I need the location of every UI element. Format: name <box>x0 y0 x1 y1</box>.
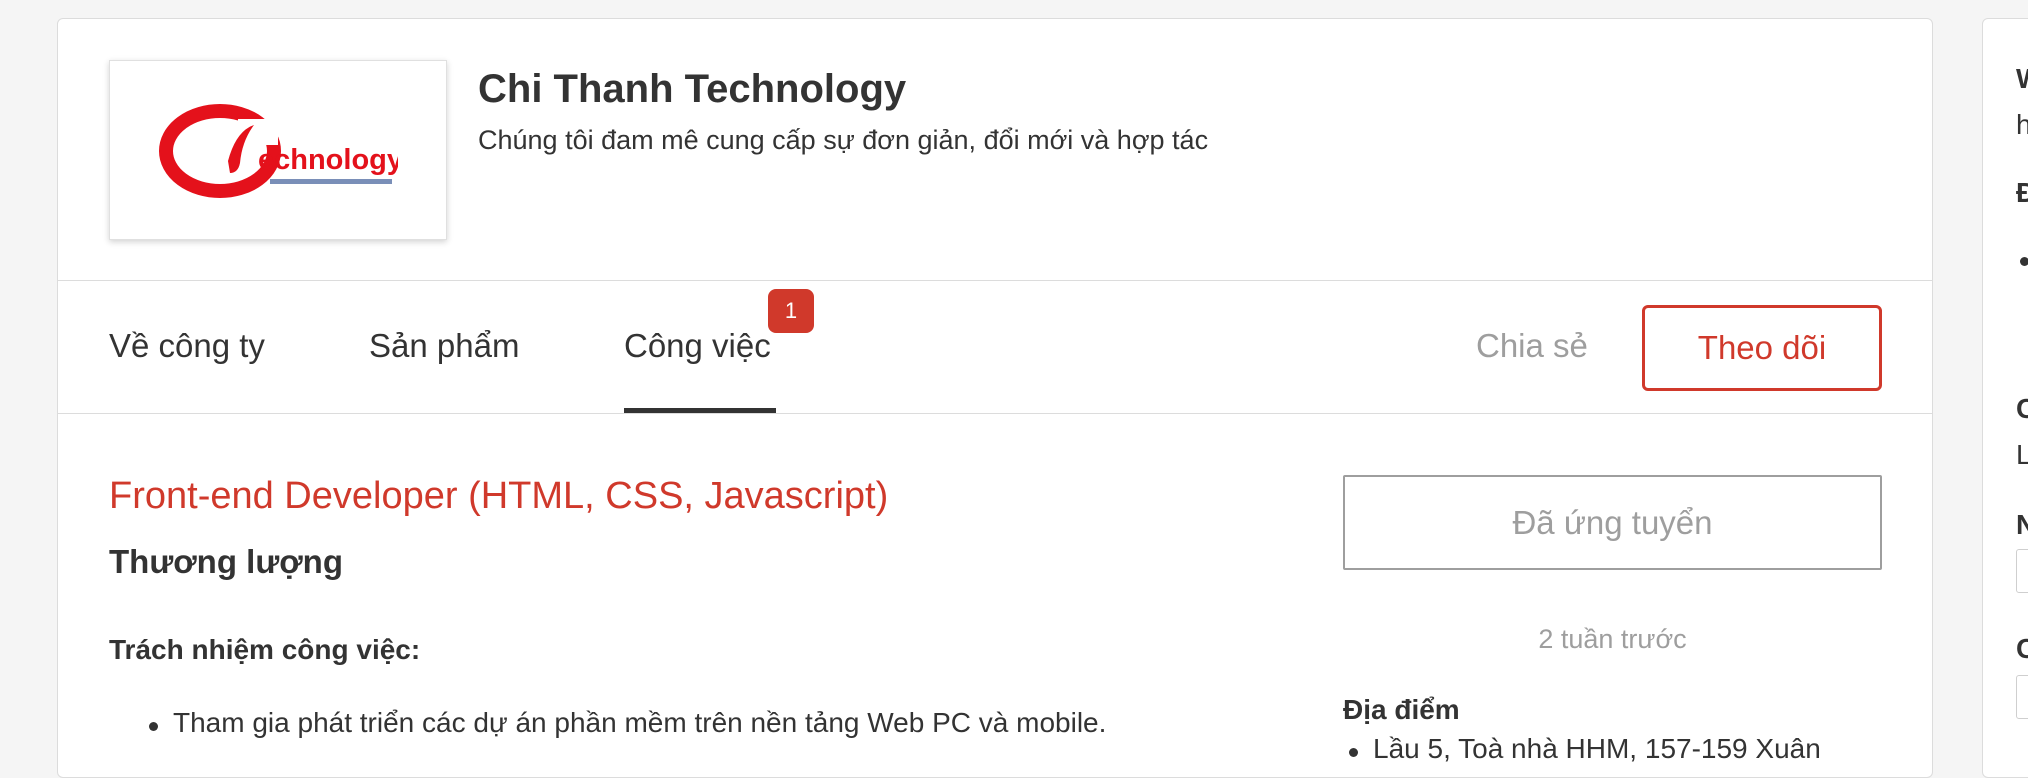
sidebar-text: W <box>2016 63 2028 95</box>
company-logo: echnology <box>109 60 447 240</box>
header-divider <box>58 280 1932 281</box>
follow-button[interactable]: Theo dõi <box>1642 305 1882 391</box>
share-link[interactable]: Chia sẻ <box>1476 327 1588 365</box>
job-salary: Thương lượng <box>109 543 343 580</box>
jobs-count-badge: 1 <box>768 289 814 333</box>
logo-image: echnology <box>159 104 398 198</box>
location-list: Lầu 5, Toà nhà HHM, 157-159 Xuân <box>1343 733 1821 765</box>
location-heading: Địa điểm <box>1343 694 1460 725</box>
responsibilities-heading: Trách nhiệm công việc: <box>109 634 421 665</box>
job-title-link[interactable]: Front-end Developer (HTML, CSS, Javascri… <box>109 475 888 518</box>
list-item: Tham gia phát triển các dự án phần mềm t… <box>109 707 1106 739</box>
logo-wordmark: echnology <box>258 144 398 176</box>
sidebar-card: W h Đ C L N C <box>1982 18 2028 778</box>
list-item: Lầu 5, Toà nhà HHM, 157-159 Xuân <box>1343 733 1821 765</box>
sidebar-input[interactable] <box>2016 549 2028 593</box>
sidebar-text: L <box>2016 439 2028 470</box>
tab-jobs[interactable]: Công việc <box>624 327 771 365</box>
company-tagline: Chúng tôi đam mê cung cấp sự đơn giản, đ… <box>478 125 1209 155</box>
sidebar-text: C <box>2016 393 2028 424</box>
company-name: Chi Thanh Technology <box>478 67 907 111</box>
sidebar-text: h <box>2016 109 2028 140</box>
company-card: echnology Chi Thanh Technology Chúng tôi… <box>57 18 1933 778</box>
sidebar-text: C <box>2016 633 2028 664</box>
sidebar-text: N <box>2016 509 2028 540</box>
applied-button[interactable]: Đã ứng tuyển <box>1343 475 1882 570</box>
tab-about-company[interactable]: Về công ty <box>109 327 265 365</box>
tabs-divider <box>58 413 1932 414</box>
sidebar-text: Đ <box>2016 177 2028 208</box>
responsibilities-list: Tham gia phát triển các dự án phần mềm t… <box>109 707 1106 739</box>
posted-time: 2 tuần trước <box>1538 624 1687 654</box>
tab-products[interactable]: Sản phẩm <box>369 327 519 365</box>
sidebar-bullet <box>2020 257 2028 266</box>
sidebar-input[interactable] <box>2016 675 2028 719</box>
